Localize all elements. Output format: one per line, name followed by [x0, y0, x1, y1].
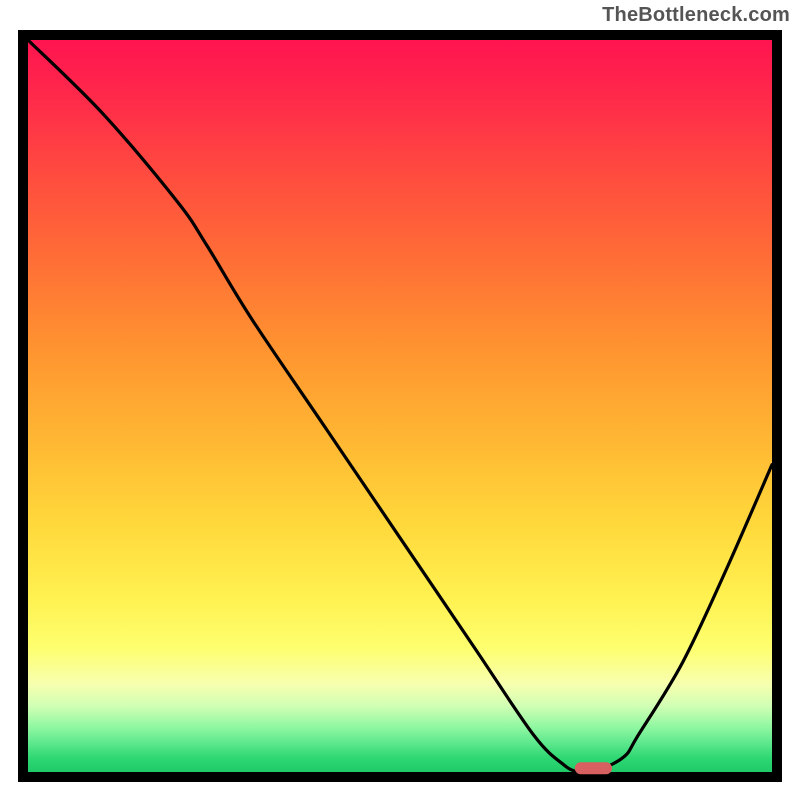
minimum-marker	[575, 762, 612, 774]
plot-svg	[28, 40, 772, 772]
chart-container: TheBottleneck.com	[0, 0, 800, 800]
watermark-text: TheBottleneck.com	[602, 4, 790, 27]
bottleneck-curve	[28, 40, 772, 773]
plot-frame	[18, 30, 782, 782]
